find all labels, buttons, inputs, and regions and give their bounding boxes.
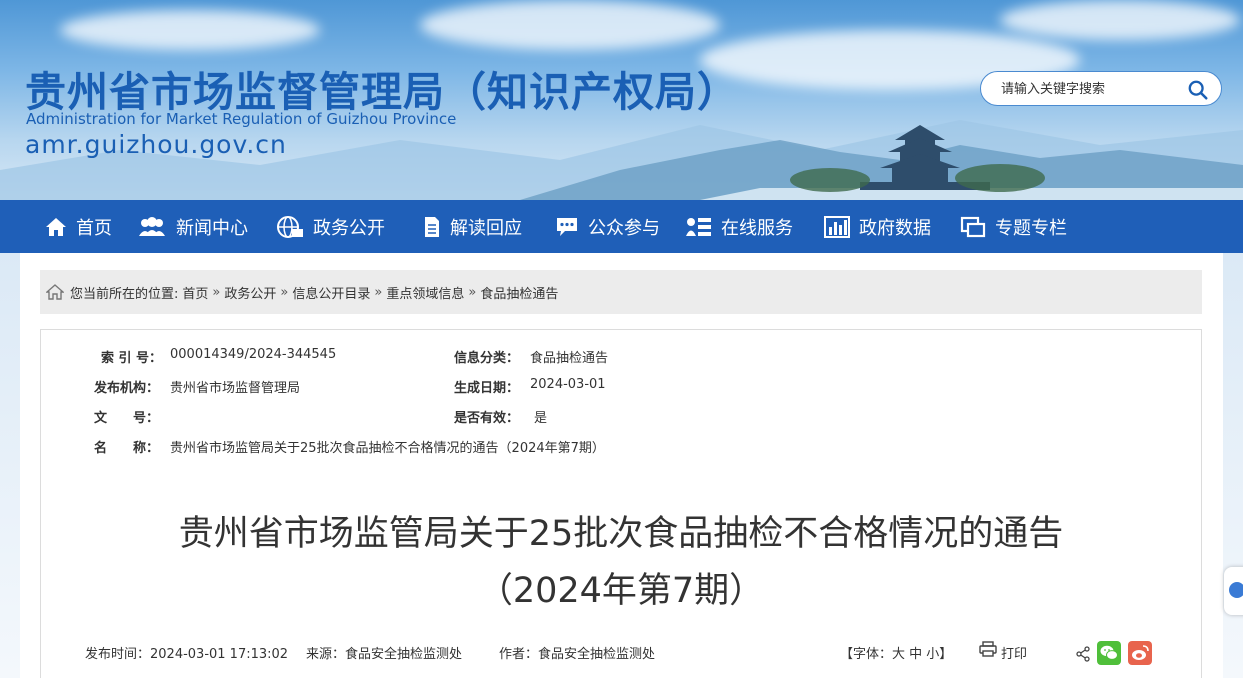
cloud-decoration: [1000, 0, 1240, 40]
breadcrumb-prefix: 您当前所在的位置:: [70, 286, 179, 302]
floating-side-tab[interactable]: [1224, 567, 1243, 615]
chat-icon: [557, 217, 577, 236]
home-outline-icon: [46, 284, 64, 300]
nav-item-label: 公众参与: [588, 217, 660, 239]
nav-item-label: 政府数据: [859, 217, 931, 239]
cloud-decoration: [60, 10, 320, 50]
breadcrumb-item-catalog[interactable]: 信息公开目录: [292, 283, 370, 302]
site-title-english: Administration for Market Regulation of …: [26, 110, 457, 128]
article-author: 作者：食品安全抽检监测处: [499, 647, 656, 662]
nav-item-government-affairs[interactable]: 政务公开: [276, 200, 385, 253]
nav-item-label: 在线服务: [721, 217, 793, 239]
window-icon: [960, 216, 986, 237]
nav-item-online-service[interactable]: 在线服务: [686, 200, 793, 253]
page-background-left: [0, 253, 20, 678]
nav-item-home[interactable]: 首页: [45, 200, 112, 253]
publisher-value: 贵州省市场监督管理局: [170, 381, 301, 396]
index-number-label: 索 引 号：: [101, 351, 163, 366]
nav-item-label: 新闻中心: [176, 217, 248, 239]
document-icon: [425, 216, 439, 237]
home-icon: [46, 217, 66, 236]
search-icon[interactable]: [1187, 79, 1209, 101]
breadcrumb-item-key-areas[interactable]: 重点领域信息: [386, 283, 464, 302]
publisher-label: 发布机构：: [94, 381, 160, 396]
nav-item-government-data[interactable]: 政府数据: [824, 200, 931, 253]
globe-icon: [277, 215, 303, 238]
font-size-selector[interactable]: 【字体：大 中 小】: [840, 643, 952, 662]
wechat-share-icon[interactable]: [1097, 641, 1121, 665]
category-value: 食品抽检通告: [530, 351, 609, 366]
document-number-label: 文 号：: [94, 411, 160, 426]
nav-item-label: 专题专栏: [995, 217, 1067, 239]
cloud-decoration: [420, 0, 720, 50]
share-icon[interactable]: [1075, 646, 1091, 662]
breadcrumb-separator: »: [280, 284, 289, 300]
nav-item-public-participation[interactable]: 公众参与: [555, 200, 660, 253]
breadcrumb-item-food-inspection[interactable]: 食品抽检通告: [480, 283, 558, 302]
nav-item-label: 解读回应: [450, 217, 522, 239]
article-title: 贵州省市场监管局关于25批次食品抽检不合格情况的通告: [178, 514, 1064, 554]
breadcrumb-item-home[interactable]: 首页: [182, 283, 208, 302]
accessibility-icon: [1229, 582, 1243, 598]
header-banner: 贵州省市场监督管理局（知识产权局） Administration for Mar…: [0, 0, 1243, 200]
search-box: [980, 71, 1222, 106]
article-source: 来源：食品安全抽检监测处: [306, 647, 463, 662]
publish-time: 发布时间：2024-03-01 17:13:02: [85, 647, 289, 662]
print-button[interactable]: 打印: [1001, 643, 1027, 662]
article-title-issue: （2024年第7期）: [477, 571, 765, 611]
index-number-value: 000014349/2024-344545: [170, 347, 337, 362]
nav-item-label: 首页: [76, 217, 112, 239]
service-icon: [686, 217, 711, 236]
nav-item-interpretation[interactable]: 解读回应: [423, 200, 522, 253]
weibo-share-icon[interactable]: [1128, 641, 1152, 665]
validity-value: 是: [534, 411, 548, 426]
main-nav: 首页 新闻中心 政务公开 解读回应 公众参与 在线服务 政府数据 专题专栏: [0, 200, 1243, 253]
breadcrumb: 您当前所在的位置: 首页 » 政务公开 » 信息公开目录 » 重点领域信息 » …: [40, 270, 1202, 314]
generated-date-label: 生成日期：: [454, 381, 520, 396]
bar-chart-icon: [824, 215, 850, 238]
generated-date-value: 2024-03-01: [530, 377, 606, 392]
validity-label: 是否有效：: [454, 411, 520, 426]
breadcrumb-separator: »: [374, 284, 383, 300]
nav-item-special-topics[interactable]: 专题专栏: [960, 200, 1067, 253]
category-label: 信息分类：: [454, 351, 520, 366]
nav-item-label: 政务公开: [313, 217, 385, 239]
site-domain: amr.guizhou.gov.cn: [25, 130, 287, 159]
printer-icon[interactable]: [979, 641, 997, 657]
search-input[interactable]: [1001, 80, 1181, 98]
document-name-value: 贵州省市场监管局关于25批次食品抽检不合格情况的通告（2024年第7期）: [170, 441, 605, 456]
document-name-label: 名 称：: [94, 441, 160, 456]
site-title[interactable]: 贵州省市场监督管理局（知识产权局）: [25, 58, 739, 118]
breadcrumb-separator: »: [468, 284, 477, 300]
nav-item-news[interactable]: 新闻中心: [137, 200, 248, 253]
breadcrumb-separator: »: [212, 284, 221, 300]
breadcrumb-item-government-affairs[interactable]: 政务公开: [224, 283, 276, 302]
users-icon: [139, 216, 165, 236]
